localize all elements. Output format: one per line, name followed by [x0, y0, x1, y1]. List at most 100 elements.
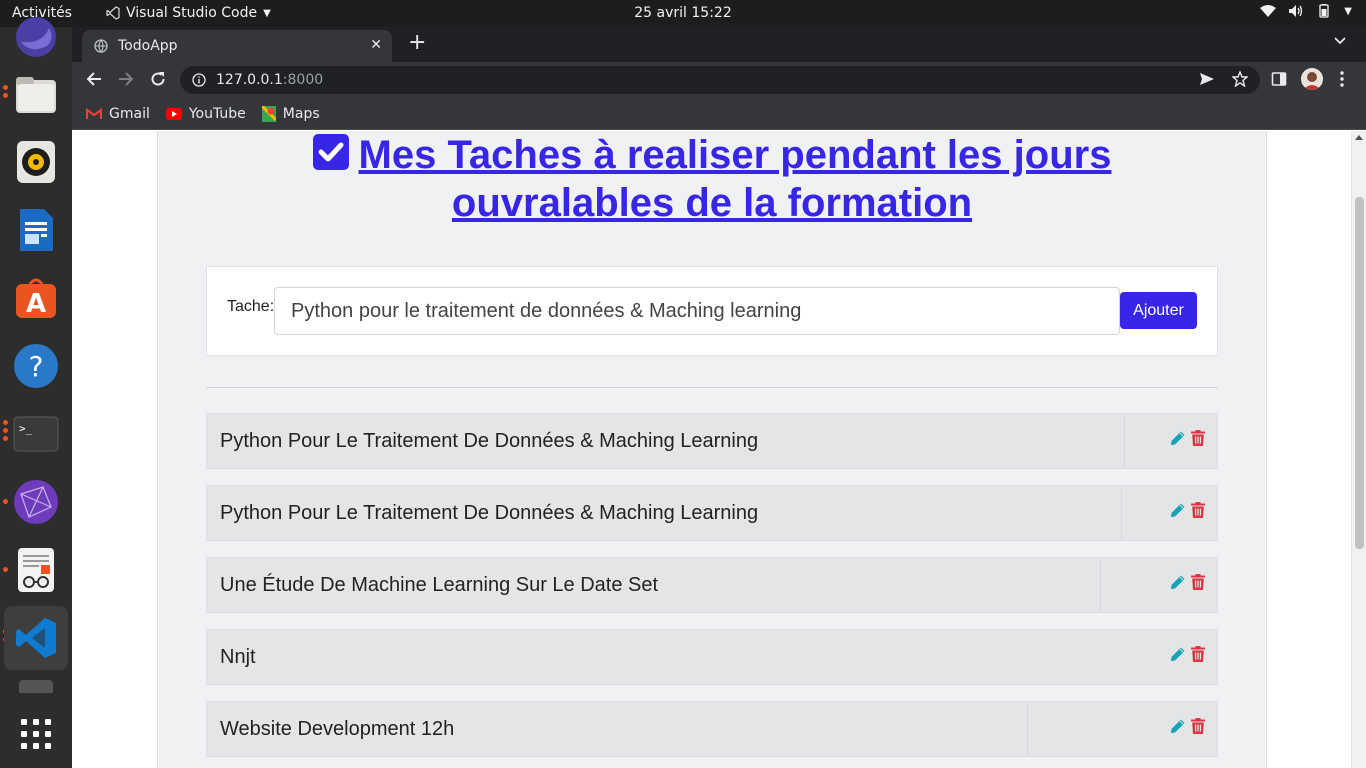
task-title[interactable]: Une Étude De Machine Learning Sur Le Dat…	[220, 574, 658, 597]
forward-arrow-icon[interactable]	[118, 71, 134, 87]
column-divider	[1124, 414, 1125, 468]
dock-item-software[interactable]: A	[4, 266, 68, 330]
pencil-icon[interactable]	[1170, 574, 1186, 590]
tab-todoapp[interactable]: TodoApp ✕	[82, 30, 392, 62]
divider	[206, 387, 1218, 388]
dock-item-network[interactable]	[4, 470, 68, 534]
column-divider	[1100, 558, 1101, 612]
trash-icon[interactable]	[1191, 646, 1205, 662]
send-icon[interactable]	[1199, 71, 1215, 87]
pencil-icon[interactable]	[1170, 502, 1186, 518]
scrollbar-thumb[interactable]	[1355, 197, 1364, 549]
terminal-icon: >_	[13, 416, 59, 452]
tab-title: TodoApp	[118, 38, 178, 54]
system-tray[interactable]: ▼	[1260, 4, 1352, 18]
bookmark-label: Maps	[282, 105, 320, 122]
task-row: Python Pour Le Traitement De Données & M…	[206, 413, 1218, 469]
tab-search-icon[interactable]	[1334, 36, 1346, 46]
svg-text:?: ?	[29, 350, 44, 383]
dock-item-writer[interactable]	[4, 198, 68, 262]
globe-icon	[94, 39, 108, 53]
dock-item-vscode[interactable]	[4, 606, 68, 670]
task-title[interactable]: Python Pour Le Traitement De Données & M…	[220, 502, 758, 525]
libreoffice-writer-icon	[20, 209, 53, 251]
task-input[interactable]	[274, 287, 1120, 335]
pencil-icon[interactable]	[1170, 718, 1186, 734]
tab-strip: TodoApp ✕ +	[72, 27, 1366, 62]
reload-icon[interactable]	[150, 71, 166, 87]
help-icon: ?	[14, 344, 58, 388]
dock-item-files[interactable]	[4, 63, 68, 127]
task-title[interactable]: Python Pour Le Traitement De Données & M…	[220, 430, 758, 453]
page-title-link[interactable]: Mes Taches à realiser pendant les jours …	[359, 133, 1112, 225]
page-scrollbar[interactable]	[1351, 131, 1366, 768]
pencil-icon[interactable]	[1170, 646, 1186, 662]
url-host: 127.0.0.1	[216, 72, 283, 88]
pencil-icon[interactable]	[1170, 430, 1186, 446]
bookmark-maps[interactable]: Maps	[261, 105, 320, 122]
gmail-icon	[86, 107, 102, 119]
profile-icon	[1301, 68, 1323, 90]
task-row: Nnjt	[206, 629, 1218, 685]
task-row: Python Pour Le Traitement De Données & M…	[206, 485, 1218, 541]
page-title: Mes Taches à realiser pendant les jours …	[228, 131, 1196, 227]
close-icon[interactable]: ✕	[370, 37, 382, 53]
side-panel-icon[interactable]	[1271, 71, 1287, 87]
battery-icon	[1319, 4, 1329, 18]
new-tab-button[interactable]: +	[408, 32, 426, 54]
task-title[interactable]: Nnjt	[220, 646, 256, 669]
scroll-up-arrow-icon[interactable]	[1355, 135, 1363, 140]
svg-text:A: A	[26, 289, 46, 319]
dock-item-firefox[interactable]	[4, 5, 68, 69]
dock-item-hidden[interactable]	[4, 675, 68, 697]
bookmark-label: YouTube	[188, 105, 246, 122]
bookmark-youtube[interactable]: YouTube	[165, 105, 246, 122]
dock-item-text-editor[interactable]	[4, 538, 68, 602]
bookmarks-bar: Gmail YouTube Maps	[72, 98, 1366, 130]
files-icon	[16, 77, 56, 113]
column-divider	[1027, 702, 1028, 756]
bookmark-gmail[interactable]: Gmail	[86, 106, 150, 122]
add-task-button[interactable]: Ajouter	[1120, 292, 1197, 329]
app-icon	[19, 680, 53, 693]
dock-item-show-apps[interactable]	[4, 702, 68, 766]
dock-item-help[interactable]: ?	[4, 334, 68, 398]
dock: A ? >_	[0, 17, 72, 768]
network-icon	[14, 480, 58, 524]
dock-item-rhythmbox[interactable]	[4, 130, 68, 194]
todo-container: Mes Taches à realiser pendant les jours …	[157, 131, 1267, 768]
software-center-icon: A	[16, 278, 56, 319]
dock-item-terminal[interactable]: >_	[4, 402, 68, 466]
web-page: Mes Taches à realiser pendant les jours …	[72, 131, 1366, 768]
bookmark-star-icon[interactable]	[1232, 71, 1248, 87]
task-title[interactable]: Website Development 12h	[220, 718, 454, 741]
rhythmbox-icon	[17, 141, 55, 183]
system-top-bar: Activités Visual Studio Code ▼ 25 avril …	[0, 0, 1366, 27]
address-bar[interactable]: 127.0.0.1:8000	[180, 66, 1260, 94]
task-field-label: Tache:	[227, 298, 275, 315]
bookmark-label: Gmail	[109, 105, 150, 122]
text-editor-icon	[18, 548, 54, 592]
task-row: Une Étude De Machine Learning Sur Le Dat…	[206, 557, 1218, 613]
trash-icon[interactable]	[1191, 430, 1205, 446]
column-divider	[1121, 486, 1122, 540]
trash-icon[interactable]	[1191, 502, 1205, 518]
trash-icon[interactable]	[1191, 718, 1205, 734]
back-arrow-icon[interactable]	[86, 71, 102, 87]
youtube-icon	[165, 107, 182, 120]
add-task-form: Tache: Ajouter	[206, 266, 1218, 356]
info-icon[interactable]	[192, 73, 206, 87]
checkbox-icon	[312, 134, 349, 170]
avatar[interactable]	[1301, 68, 1323, 90]
trash-icon[interactable]	[1191, 574, 1205, 590]
chevron-down-icon: ▼	[1344, 5, 1352, 17]
svg-text:>_: >_	[19, 422, 33, 435]
url-port: :8000	[282, 72, 324, 88]
show-apps-icon	[21, 719, 51, 749]
clock[interactable]: 25 avril 15:22	[0, 5, 1366, 21]
kebab-menu-icon[interactable]	[1340, 71, 1344, 87]
wifi-icon	[1260, 5, 1277, 17]
task-row: Website Development 12h	[206, 701, 1218, 757]
vscode-icon	[16, 618, 56, 658]
maps-icon	[261, 105, 276, 122]
